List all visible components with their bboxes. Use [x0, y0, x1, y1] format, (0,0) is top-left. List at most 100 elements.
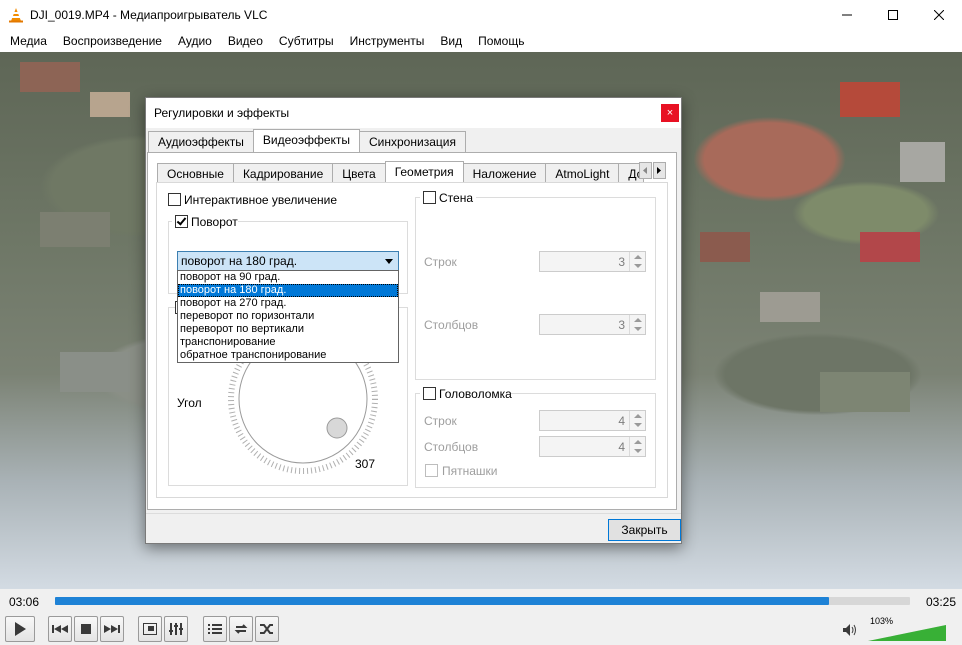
puzzle-cols-value: 4 [618, 440, 625, 454]
puzzle-rows-spinbox[interactable]: 4 [539, 410, 646, 431]
play-button[interactable] [5, 616, 35, 642]
volume-control[interactable]: 103% [842, 616, 952, 641]
puzzle-rows-value: 4 [618, 414, 625, 428]
loop-icon [234, 624, 248, 634]
chevron-right-icon [657, 167, 661, 174]
video-texture [860, 232, 920, 262]
spin-up-icon [634, 440, 642, 444]
puzzle-cols-label: Столбцов [424, 440, 479, 454]
dialog-close-button[interactable]: × [661, 104, 679, 122]
rotate-option[interactable]: переворот по горизонтали [178, 310, 398, 323]
window-title: DJI_0019.MP4 - Медиапроигрыватель VLC [30, 8, 268, 22]
tabs-scroll-left-button[interactable] [639, 162, 652, 179]
menu-help[interactable]: Помощь [470, 30, 532, 52]
stop-button[interactable] [74, 616, 98, 642]
interactive-zoom-label: Интерактивное увеличение [184, 193, 338, 207]
rotate-option[interactable]: переворот по вертикали [178, 323, 398, 336]
close-icon [934, 10, 944, 20]
speaker-icon [843, 624, 856, 636]
wall-label: Стена [439, 191, 474, 205]
rotate-checkbox[interactable] [175, 215, 188, 228]
wall-group [415, 197, 656, 380]
rotate-label: Поворот [191, 215, 238, 229]
menu-subtitles[interactable]: Субтитры [271, 30, 342, 52]
vlc-cone-icon [8, 7, 24, 23]
seek-slider[interactable] [55, 597, 910, 605]
rotate-option[interactable]: транспонирование [178, 336, 398, 349]
previous-button[interactable] [48, 616, 72, 642]
menu-view[interactable]: Вид [432, 30, 470, 52]
rotate-option[interactable]: поворот на 180 град. [178, 284, 398, 297]
video-texture [900, 142, 945, 182]
angle-value: 307 [355, 457, 376, 471]
wall-cols-spinbox[interactable]: 3 [539, 314, 646, 335]
rotate-option[interactable]: поворот на 90 град. [178, 271, 398, 284]
close-window-button[interactable] [916, 0, 962, 30]
control-bar: 103% [0, 613, 962, 645]
tab-audio-effects[interactable]: Аудиоэффекты [148, 131, 254, 153]
angle-label: Угол [177, 396, 202, 410]
menu-bar: Медиа Воспроизведение Аудио Видео Субтит… [0, 30, 962, 52]
extended-settings-button[interactable] [164, 616, 188, 642]
close-dialog-button[interactable]: Закрыть [608, 519, 681, 541]
minimize-button[interactable] [824, 0, 870, 30]
volume-slider[interactable] [868, 625, 946, 641]
video-texture [90, 92, 130, 117]
rotate-dropdown-list: поворот на 90 град. поворот на 180 град.… [177, 270, 399, 363]
dialog-title: Регулировки и эффекты [154, 106, 290, 120]
dial-knob[interactable] [326, 417, 348, 439]
tab-video-effects[interactable]: Видеоэффекты [252, 129, 361, 153]
spin-arrows[interactable] [629, 437, 645, 456]
dialog-separator [146, 513, 681, 514]
menu-video[interactable]: Видео [220, 30, 271, 52]
menu-media[interactable]: Медиа [2, 30, 55, 52]
equalizer-icon [169, 623, 183, 635]
fullscreen-button[interactable] [138, 616, 162, 642]
wall-cols-value: 3 [618, 318, 625, 332]
rotate-select-value: поворот на 180 град. [181, 254, 298, 268]
menu-audio[interactable]: Аудио [170, 30, 220, 52]
spin-down-icon [634, 449, 642, 453]
shuffle-icon [260, 624, 273, 634]
window-titlebar: DJI_0019.MP4 - Медиапроигрыватель VLC [0, 0, 962, 30]
spin-up-icon [634, 414, 642, 418]
spin-arrows[interactable] [629, 252, 645, 271]
play-icon [15, 622, 26, 636]
chevron-left-icon [643, 167, 647, 174]
maximize-button[interactable] [870, 0, 916, 30]
menu-playback[interactable]: Воспроизведение [55, 30, 170, 52]
fullscreen-icon [143, 623, 157, 635]
shuffle-button[interactable] [255, 616, 279, 642]
fifteen-puzzle-checkbox[interactable] [425, 464, 438, 477]
menu-tools[interactable]: Инструменты [342, 30, 433, 52]
spin-up-icon [634, 255, 642, 259]
puzzle-label: Головоломка [439, 387, 512, 401]
spin-arrows[interactable] [629, 315, 645, 334]
next-button[interactable] [100, 616, 124, 642]
puzzle-rows-label: Строк [424, 414, 457, 428]
spin-down-icon [634, 423, 642, 427]
wall-rows-spinbox[interactable]: 3 [539, 251, 646, 272]
puzzle-checkbox[interactable] [423, 387, 436, 400]
rotate-option[interactable]: поворот на 270 град. [178, 297, 398, 310]
wall-checkbox[interactable] [423, 191, 436, 204]
video-texture [700, 232, 750, 262]
puzzle-cols-spinbox[interactable]: 4 [539, 436, 646, 457]
elapsed-time: 03:06 [9, 595, 40, 609]
rotate-option[interactable]: обратное транспонирование [178, 349, 398, 362]
loop-button[interactable] [229, 616, 253, 642]
spin-arrows[interactable] [629, 411, 645, 430]
playlist-button[interactable] [203, 616, 227, 642]
interactive-zoom-checkbox[interactable] [168, 193, 181, 206]
total-time: 03:25 [926, 595, 957, 609]
tabs-scroll-right-button[interactable] [653, 162, 666, 179]
checkmark-icon [176, 215, 187, 226]
fifteen-puzzle-label: Пятнашки [442, 464, 498, 478]
playlist-icon [208, 624, 222, 634]
next-icon [104, 625, 120, 633]
dialog-titlebar: Регулировки и эффекты × [146, 98, 681, 128]
video-texture [20, 62, 80, 92]
rotate-select[interactable]: поворот на 180 град. [177, 251, 399, 271]
video-texture [60, 352, 130, 392]
tab-synchronization[interactable]: Синхронизация [359, 131, 466, 153]
